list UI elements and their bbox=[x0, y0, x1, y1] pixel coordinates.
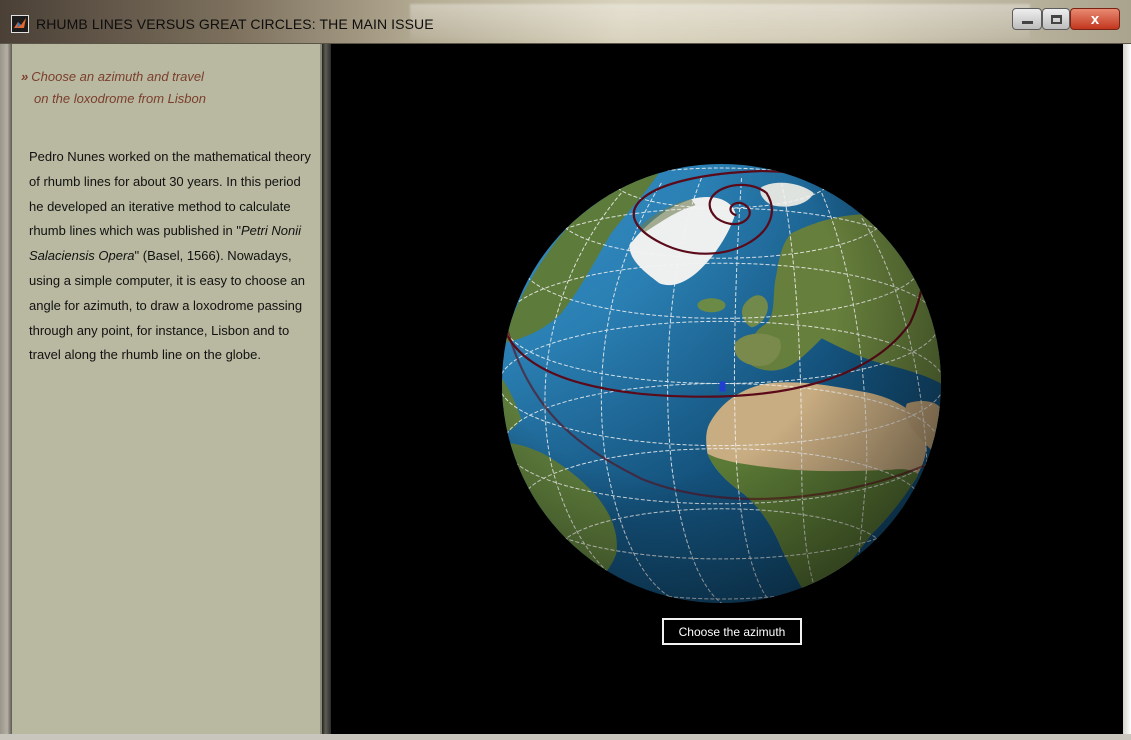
title-bar-glass bbox=[410, 4, 1030, 40]
heading-line-1: Choose an azimuth and travel bbox=[31, 69, 204, 84]
heading-bullet: » bbox=[21, 69, 29, 84]
info-panel: » Choose an azimuth and travel on the lox… bbox=[12, 44, 322, 734]
close-icon: x bbox=[1090, 10, 1100, 28]
maximize-icon bbox=[1050, 14, 1062, 24]
globe-view: Choose the azimuth bbox=[331, 44, 1123, 734]
globe-shading bbox=[502, 164, 941, 603]
minimize-icon bbox=[1021, 21, 1033, 24]
window-frame-right bbox=[1123, 44, 1131, 740]
close-button[interactable]: x bbox=[1070, 8, 1120, 30]
minimize-button[interactable] bbox=[1012, 8, 1042, 30]
globe[interactable] bbox=[501, 163, 942, 604]
choose-azimuth-button[interactable]: Choose the azimuth bbox=[662, 618, 802, 645]
landmass-madagascar bbox=[904, 528, 920, 560]
matlab-icon[interactable] bbox=[11, 15, 29, 33]
window-frame-bottom bbox=[0, 734, 1131, 740]
heading-line-2: on the loxodrome from Lisbon bbox=[34, 91, 206, 106]
window-frame-left bbox=[0, 44, 12, 740]
panel-splitter[interactable] bbox=[322, 44, 331, 734]
title-bar[interactable]: RHUMB LINES VERSUS GREAT CIRCLES: THE MA… bbox=[0, 0, 1131, 44]
panel-heading: » Choose an azimuth and travel on the lox… bbox=[21, 66, 301, 110]
book-title-part-2: Opera bbox=[98, 248, 135, 264]
window-title: RHUMB LINES VERSUS GREAT CIRCLES: THE MA… bbox=[36, 16, 434, 32]
description-text-2: " (Basel, 1566). Nowadays, using a simpl… bbox=[29, 248, 306, 363]
maximize-button[interactable] bbox=[1042, 8, 1070, 30]
panel-description: Pedro Nunes worked on the mathematical t… bbox=[29, 145, 311, 368]
